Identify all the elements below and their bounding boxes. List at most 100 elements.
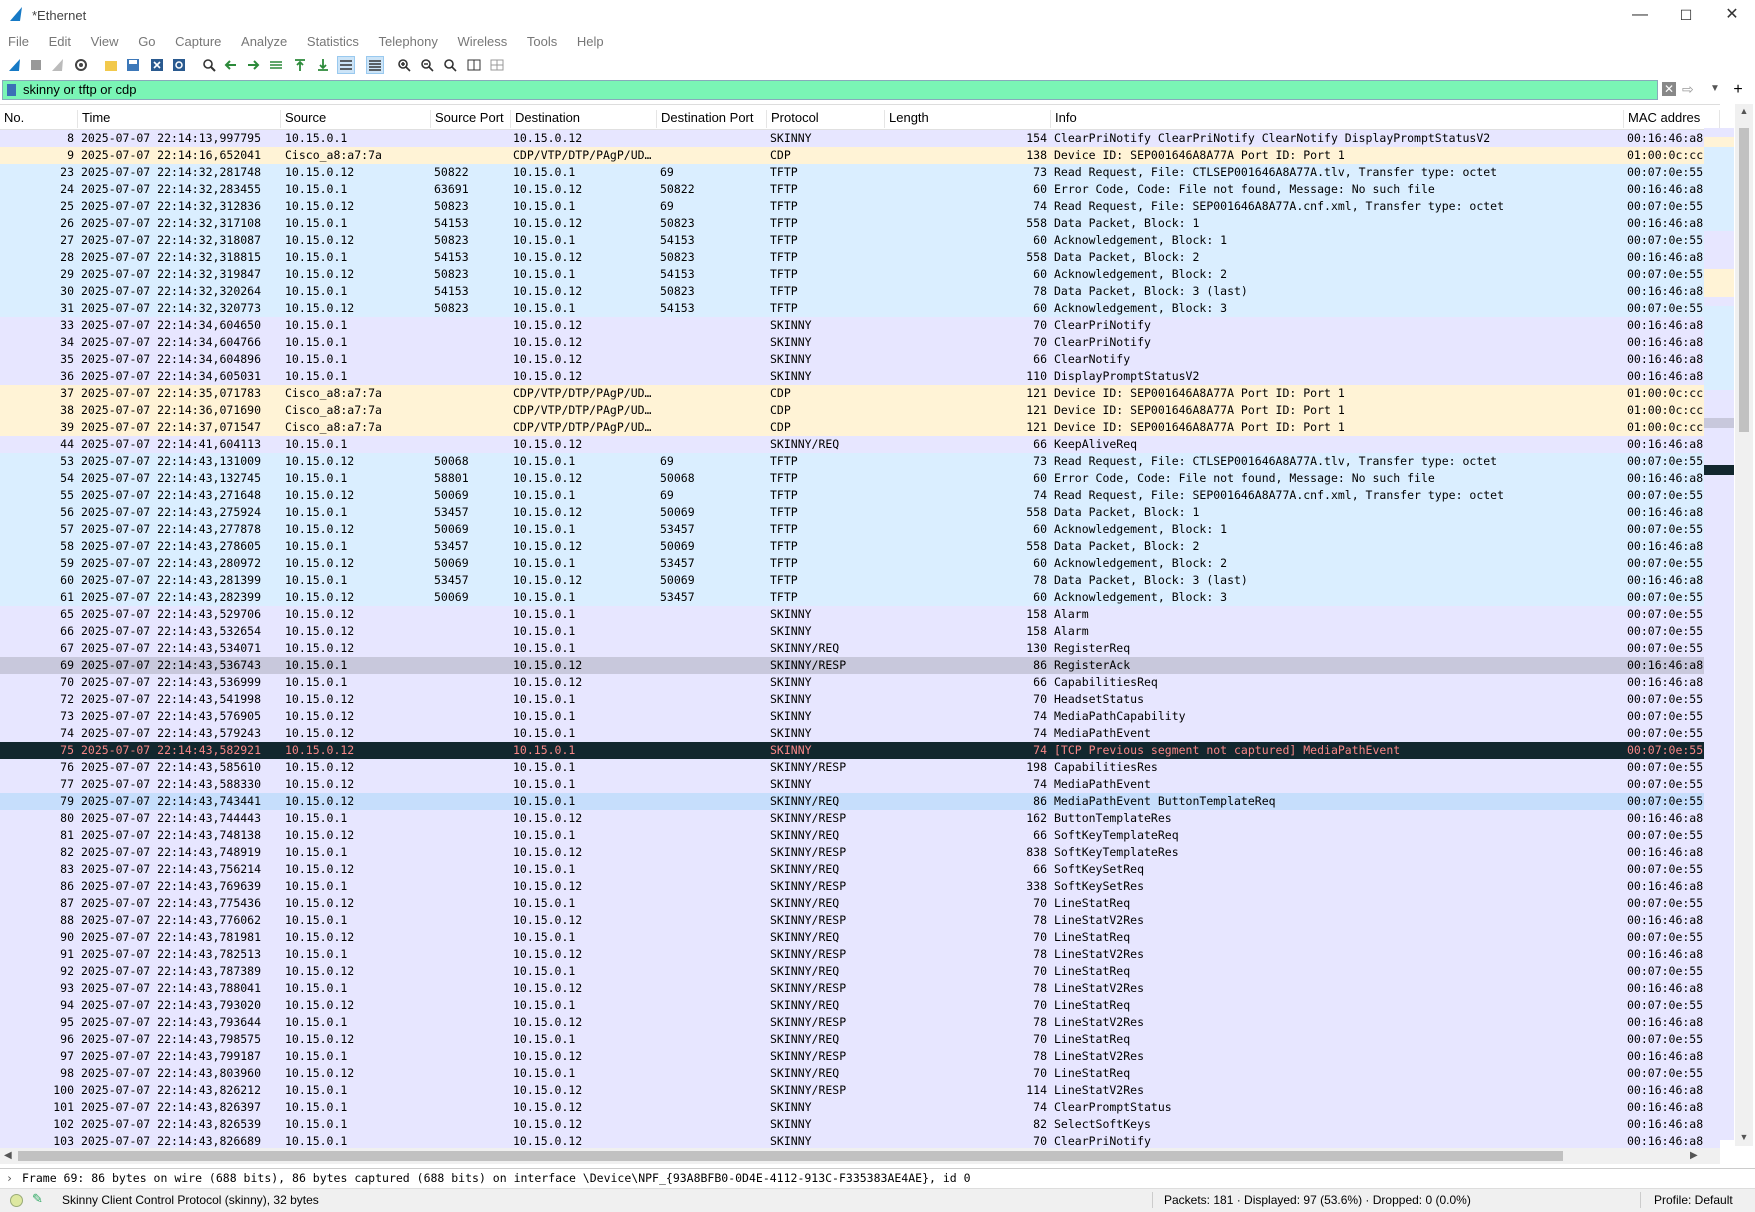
packet-row[interactable]: 54 2025-07-07 22:14:43,132745 10.15.0.1 588…: [0, 470, 1720, 487]
column-destination-port[interactable]: Destination Port: [657, 110, 767, 128]
packet-row[interactable]: 60 2025-07-07 22:14:43,281399 10.15.0.1 534…: [0, 572, 1720, 589]
menu-go[interactable]: Go: [130, 30, 163, 49]
packet-row[interactable]: 26 2025-07-07 22:14:32,317108 10.15.0.1 541…: [0, 215, 1720, 232]
column-no[interactable]: No.: [0, 110, 78, 128]
start-capture-icon[interactable]: [6, 56, 24, 74]
apply-filter-icon[interactable]: ⇨: [1682, 82, 1708, 96]
packet-row[interactable]: 92 2025-07-07 22:14:43,787389 10.15.0.12 10…: [0, 963, 1720, 980]
packet-row[interactable]: 56 2025-07-07 22:14:43,275924 10.15.0.1 534…: [0, 504, 1720, 521]
packet-row[interactable]: 100 2025-07-07 22:14:43,826212 10.15.0.1 10…: [0, 1082, 1720, 1099]
packet-row[interactable]: 24 2025-07-07 22:14:32,283455 10.15.0.1 636…: [0, 181, 1720, 198]
close-file-icon[interactable]: [148, 56, 166, 74]
packet-row[interactable]: 81 2025-07-07 22:14:43,748138 10.15.0.12 10…: [0, 827, 1720, 844]
column-protocol[interactable]: Protocol: [767, 110, 885, 128]
scroll-thumb[interactable]: [1739, 128, 1749, 432]
layout-icon[interactable]: [488, 56, 506, 74]
packet-row[interactable]: 74 2025-07-07 22:14:43,579243 10.15.0.12 10…: [0, 725, 1720, 742]
menu-telephony[interactable]: Telephony: [371, 30, 446, 49]
packet-row[interactable]: 98 2025-07-07 22:14:43,803960 10.15.0.12 10…: [0, 1065, 1720, 1082]
menu-file[interactable]: File: [0, 30, 37, 49]
packet-row[interactable]: 35 2025-07-07 22:14:34,604896 10.15.0.1 10.…: [0, 351, 1720, 368]
menu-statistics[interactable]: Statistics: [299, 30, 367, 49]
packet-row[interactable]: 30 2025-07-07 22:14:32,320264 10.15.0.1 541…: [0, 283, 1720, 300]
packet-row[interactable]: 44 2025-07-07 22:14:41,604113 10.15.0.1 10.…: [0, 436, 1720, 453]
menu-view[interactable]: View: [83, 30, 127, 49]
frame-detail-line[interactable]: Frame 69: 86 bytes on wire (688 bits), 8…: [22, 1169, 971, 1187]
display-filter-field[interactable]: [2, 80, 1658, 100]
packet-row[interactable]: 94 2025-07-07 22:14:43,793020 10.15.0.12 10…: [0, 997, 1720, 1014]
packet-row[interactable]: 96 2025-07-07 22:14:43,798575 10.15.0.12 10…: [0, 1031, 1720, 1048]
packet-row[interactable]: 23 2025-07-07 22:14:32,281748 10.15.0.12 50…: [0, 164, 1720, 181]
column-source[interactable]: Source: [281, 110, 431, 128]
scroll-up-icon[interactable]: ▲: [1738, 106, 1750, 118]
column-info[interactable]: Info: [1051, 110, 1624, 128]
vertical-scrollbar[interactable]: ▲ ▼: [1735, 104, 1753, 1146]
go-to-packet-icon[interactable]: [267, 56, 285, 74]
packet-row[interactable]: 59 2025-07-07 22:14:43,280972 10.15.0.12 50…: [0, 555, 1720, 572]
packet-row[interactable]: 83 2025-07-07 22:14:43,756214 10.15.0.12 10…: [0, 861, 1720, 878]
menu-capture[interactable]: Capture: [167, 30, 229, 49]
restart-capture-icon[interactable]: [49, 56, 67, 74]
find-packet-icon[interactable]: [200, 56, 218, 74]
edit-comment-icon[interactable]: ✎: [32, 1192, 46, 1206]
packet-row[interactable]: 102 2025-07-07 22:14:43,826539 10.15.0.1 10…: [0, 1116, 1720, 1133]
packet-row[interactable]: 79 2025-07-07 22:14:43,743441 10.15.0.12 10…: [0, 793, 1720, 810]
packet-row[interactable]: 87 2025-07-07 22:14:43,775436 10.15.0.12 10…: [0, 895, 1720, 912]
scroll-down-icon[interactable]: ▼: [1738, 1132, 1750, 1144]
menu-analyze[interactable]: Analyze: [233, 30, 295, 49]
expand-chevron-icon[interactable]: ›: [6, 1169, 13, 1187]
resize-columns-icon[interactable]: [465, 56, 483, 74]
column-length[interactable]: Length: [885, 110, 1051, 128]
expert-info-icon[interactable]: [10, 1194, 23, 1207]
go-back-icon[interactable]: [222, 56, 240, 74]
packet-row[interactable]: 58 2025-07-07 22:14:43,278605 10.15.0.1 534…: [0, 538, 1720, 555]
go-forward-icon[interactable]: [244, 56, 262, 74]
add-filter-button-icon[interactable]: +: [1728, 80, 1748, 100]
column-mac[interactable]: MAC addres: [1624, 110, 1720, 128]
packet-row[interactable]: 28 2025-07-07 22:14:32,318815 10.15.0.1 541…: [0, 249, 1720, 266]
capture-options-icon[interactable]: [72, 56, 90, 74]
packet-row[interactable]: 88 2025-07-07 22:14:43,776062 10.15.0.1 10.…: [0, 912, 1720, 929]
packet-row[interactable]: 39 2025-07-07 22:14:37,071547 Cisco_a8:a7:…: [0, 419, 1720, 436]
scroll-left-icon[interactable]: ◀: [4, 1150, 16, 1161]
menu-tools[interactable]: Tools: [519, 30, 565, 49]
menu-help[interactable]: Help: [569, 30, 612, 49]
packet-row[interactable]: 75 2025-07-07 22:14:43,582921 10.15.0.12 10…: [0, 742, 1720, 759]
packet-row[interactable]: 67 2025-07-07 22:14:43,534071 10.15.0.12 10…: [0, 640, 1720, 657]
packet-row[interactable]: 29 2025-07-07 22:14:32,319847 10.15.0.12 50…: [0, 266, 1720, 283]
packet-row[interactable]: 69 2025-07-07 22:14:43,536743 10.15.0.1 10.…: [0, 657, 1720, 674]
minimize-button[interactable]: —: [1617, 0, 1663, 30]
horizontal-scrollbar[interactable]: ◀ ▶: [0, 1148, 1720, 1164]
packet-row[interactable]: 70 2025-07-07 22:14:43,536999 10.15.0.1 10.…: [0, 674, 1720, 691]
hscroll-thumb[interactable]: [18, 1151, 1563, 1161]
packet-row[interactable]: 38 2025-07-07 22:14:36,071690 Cisco_a8:a7:…: [0, 402, 1720, 419]
save-file-icon[interactable]: [124, 56, 142, 74]
zoom-in-icon[interactable]: [395, 56, 413, 74]
packet-row[interactable]: 86 2025-07-07 22:14:43,769639 10.15.0.1 10.…: [0, 878, 1720, 895]
packet-row[interactable]: 65 2025-07-07 22:14:43,529706 10.15.0.12 10…: [0, 606, 1720, 623]
packet-minimap[interactable]: [1704, 128, 1734, 1140]
colorize-icon[interactable]: [366, 56, 384, 74]
normal-size-icon[interactable]: [441, 56, 459, 74]
packet-row[interactable]: 97 2025-07-07 22:14:43,799187 10.15.0.1 10.…: [0, 1048, 1720, 1065]
packet-row[interactable]: 77 2025-07-07 22:14:43,588330 10.15.0.12 10…: [0, 776, 1720, 793]
packet-row[interactable]: 57 2025-07-07 22:14:43,277878 10.15.0.12 50…: [0, 521, 1720, 538]
packet-row[interactable]: 31 2025-07-07 22:14:32,320773 10.15.0.12 50…: [0, 300, 1720, 317]
column-source-port[interactable]: Source Port: [431, 110, 511, 128]
open-file-icon[interactable]: [102, 56, 120, 74]
column-destination[interactable]: Destination: [511, 110, 657, 128]
auto-scroll-icon[interactable]: [337, 56, 355, 74]
clear-filter-icon[interactable]: ✕: [1662, 82, 1676, 96]
packet-row[interactable]: 66 2025-07-07 22:14:43,532654 10.15.0.12 10…: [0, 623, 1720, 640]
packet-row[interactable]: 90 2025-07-07 22:14:43,781981 10.15.0.12 10…: [0, 929, 1720, 946]
packet-row[interactable]: 80 2025-07-07 22:14:43,744443 10.15.0.1 10.…: [0, 810, 1720, 827]
packet-row[interactable]: 95 2025-07-07 22:14:43,793644 10.15.0.1 10.…: [0, 1014, 1720, 1031]
close-button[interactable]: ✕: [1709, 0, 1755, 30]
packet-row[interactable]: 93 2025-07-07 22:14:43,788041 10.15.0.1 10.…: [0, 980, 1720, 997]
packet-row[interactable]: 101 2025-07-07 22:14:43,826397 10.15.0.1 10…: [0, 1099, 1720, 1116]
bookmark-icon[interactable]: [7, 84, 16, 96]
packet-row[interactable]: 8 2025-07-07 22:14:13,997795 10.15.0.1 10.1…: [0, 130, 1720, 147]
packet-row[interactable]: 27 2025-07-07 22:14:32,318087 10.15.0.12 50…: [0, 232, 1720, 249]
packet-row[interactable]: 37 2025-07-07 22:14:35,071783 Cisco_a8:a7:…: [0, 385, 1720, 402]
packet-row[interactable]: 33 2025-07-07 22:14:34,604650 10.15.0.1 10.…: [0, 317, 1720, 334]
